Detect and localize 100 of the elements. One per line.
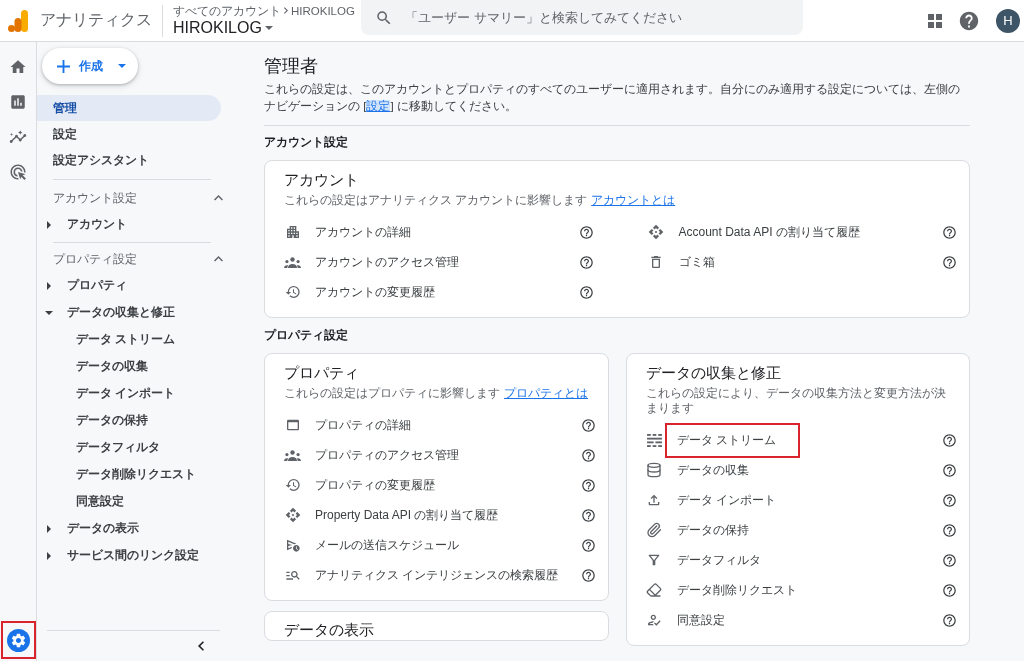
settings-link[interactable]: プロパティの詳細 [315, 416, 411, 434]
person-check-icon [646, 612, 662, 628]
card-description: これらの設定はアナリティクス アカウントに影響します アカウントとは [284, 193, 677, 208]
help-link[interactable]: プロパティとは [504, 387, 588, 399]
send-clock-icon [284, 537, 301, 553]
page-description: これらの設定は、このアカウントとプロパティのすべてのユーザーに適用されます。自分にのみ適用する設定については、左側のナビゲーションの [設定] に移動してください。 [264, 82, 961, 114]
settings-link[interactable]: データの保持 [676, 521, 749, 539]
chevron-right-icon [284, 7, 288, 14]
help-icon[interactable] [578, 284, 594, 300]
search-field[interactable]: 「ユーザー サマリー」と検索してみてください [360, 0, 803, 35]
card-title: プロパティ [284, 363, 360, 383]
tree-item[interactable]: データの収集と修正 [37, 299, 233, 326]
help-icon[interactable] [580, 507, 596, 523]
tree-item[interactable]: データの表示 [37, 515, 233, 542]
apps-icon[interactable] [928, 13, 942, 28]
nav-item[interactable]: データの収集 [37, 353, 233, 380]
settings-link[interactable]: データフィルタ [676, 551, 761, 569]
dashed-lines-icon [646, 433, 662, 447]
breadcrumb-link[interactable]: HIROKILOG [291, 3, 355, 18]
help-icon[interactable] [942, 582, 957, 598]
nav-item[interactable]: 管理 [37, 95, 221, 121]
diamonds-icon [648, 224, 664, 240]
nav-item[interactable]: 設定 [37, 121, 221, 147]
paperclip-icon [646, 522, 662, 538]
help-icon[interactable] [580, 477, 596, 493]
nav-item[interactable]: データの保持 [37, 407, 233, 434]
section-header[interactable]: アカウント設定 [53, 185, 227, 211]
tree-item[interactable]: サービス間のリンク設定 [37, 542, 233, 569]
help-icon[interactable] [942, 254, 957, 270]
help-icon[interactable] [942, 552, 957, 568]
help-icon[interactable] [942, 492, 957, 508]
nav-item[interactable]: 設定アシスタント [37, 147, 221, 173]
product-name: アナリティクス [40, 10, 152, 30]
card-title: データの収集と修正 [645, 363, 782, 383]
eraser-icon [646, 582, 662, 598]
create-button[interactable]: 作成 [42, 48, 138, 84]
settings-link[interactable]: Property Data API の割り当て履歴 [315, 506, 499, 524]
window-icon [284, 417, 301, 433]
nav-item[interactable]: データ インポート [37, 380, 233, 407]
collapse-icon[interactable] [198, 641, 204, 651]
filter-icon [646, 552, 662, 568]
building-icon [284, 224, 301, 240]
cursor-target-icon[interactable] [9, 162, 27, 181]
settings-link[interactable]: データの収集 [676, 461, 749, 479]
trash-icon [648, 254, 664, 270]
help-link[interactable]: アカウントとは [591, 194, 676, 206]
plus-icon [57, 59, 70, 73]
settings-link[interactable]: ゴミ箱 [678, 253, 715, 271]
card-description: これらの設定により、データの収集方法と変更方法が決まります [645, 386, 947, 416]
diamonds-icon [284, 507, 301, 523]
nav-item[interactable]: 同意設定 [37, 488, 233, 515]
property-selector[interactable]: HIROKILOG [173, 17, 355, 38]
settings-link[interactable]: データ インポート [676, 491, 776, 509]
breadcrumb-link[interactable]: すべてのアカウント [173, 3, 281, 18]
nav-item[interactable]: データ ストリーム [37, 326, 233, 353]
settings-link[interactable]: アカウントの詳細 [315, 223, 411, 241]
settings-link[interactable]: データ ストリーム [676, 431, 776, 449]
settings-link[interactable]: アナリティクス インテリジェンスの検索履歴 [315, 566, 559, 584]
people-icon [284, 449, 301, 461]
help-icon[interactable] [958, 9, 980, 32]
section-header[interactable]: プロパティ設定 [53, 246, 227, 272]
settings-link[interactable]: 設定 [366, 100, 391, 112]
settings-link[interactable]: メールの送信スケジュール [315, 536, 459, 554]
database-icon [646, 462, 662, 478]
caret-icon [264, 25, 273, 30]
help-icon[interactable] [580, 537, 596, 553]
card-title: アカウント [284, 170, 360, 190]
help-icon[interactable] [942, 224, 957, 240]
card-title: データの表示 [284, 620, 375, 640]
tree-item[interactable]: プロパティ [37, 272, 233, 299]
bar-chart-icon[interactable] [9, 92, 27, 111]
section-heading: プロパティ設定 [264, 328, 349, 342]
upload-icon [646, 492, 662, 508]
avatar[interactable]: H [996, 8, 1020, 33]
settings-link[interactable]: プロパティのアクセス管理 [315, 446, 459, 464]
search-icon [374, 9, 393, 27]
section-heading: アカウント設定 [264, 135, 349, 149]
settings-link[interactable]: アカウントの変更履歴 [315, 283, 435, 301]
settings-link[interactable]: アカウントのアクセス管理 [315, 253, 459, 271]
caret-icon [118, 64, 126, 68]
settings-link[interactable]: データ削除リクエスト [676, 581, 797, 599]
help-icon[interactable] [942, 432, 957, 448]
help-icon[interactable] [942, 612, 957, 628]
analytics-logo [8, 9, 28, 32]
help-icon[interactable] [942, 522, 957, 538]
nav-item[interactable]: データ削除リクエスト [37, 461, 233, 488]
help-icon[interactable] [578, 224, 594, 240]
tree-item[interactable]: アカウント [37, 211, 233, 238]
card-description: これらの設定はプロパティに影響します プロパティとは [284, 386, 589, 401]
help-icon[interactable] [578, 254, 594, 270]
settings-link[interactable]: プロパティの変更履歴 [315, 476, 435, 494]
help-icon[interactable] [580, 417, 596, 433]
help-icon[interactable] [942, 462, 957, 478]
settings-link[interactable]: Account Data API の割り当て履歴 [678, 223, 860, 241]
settings-link[interactable]: 同意設定 [676, 611, 725, 629]
history-icon [284, 284, 301, 300]
help-icon[interactable] [580, 447, 596, 463]
settings-icon[interactable] [6, 628, 30, 652]
nav-item[interactable]: データフィルタ [37, 434, 233, 461]
help-icon[interactable] [580, 567, 596, 583]
